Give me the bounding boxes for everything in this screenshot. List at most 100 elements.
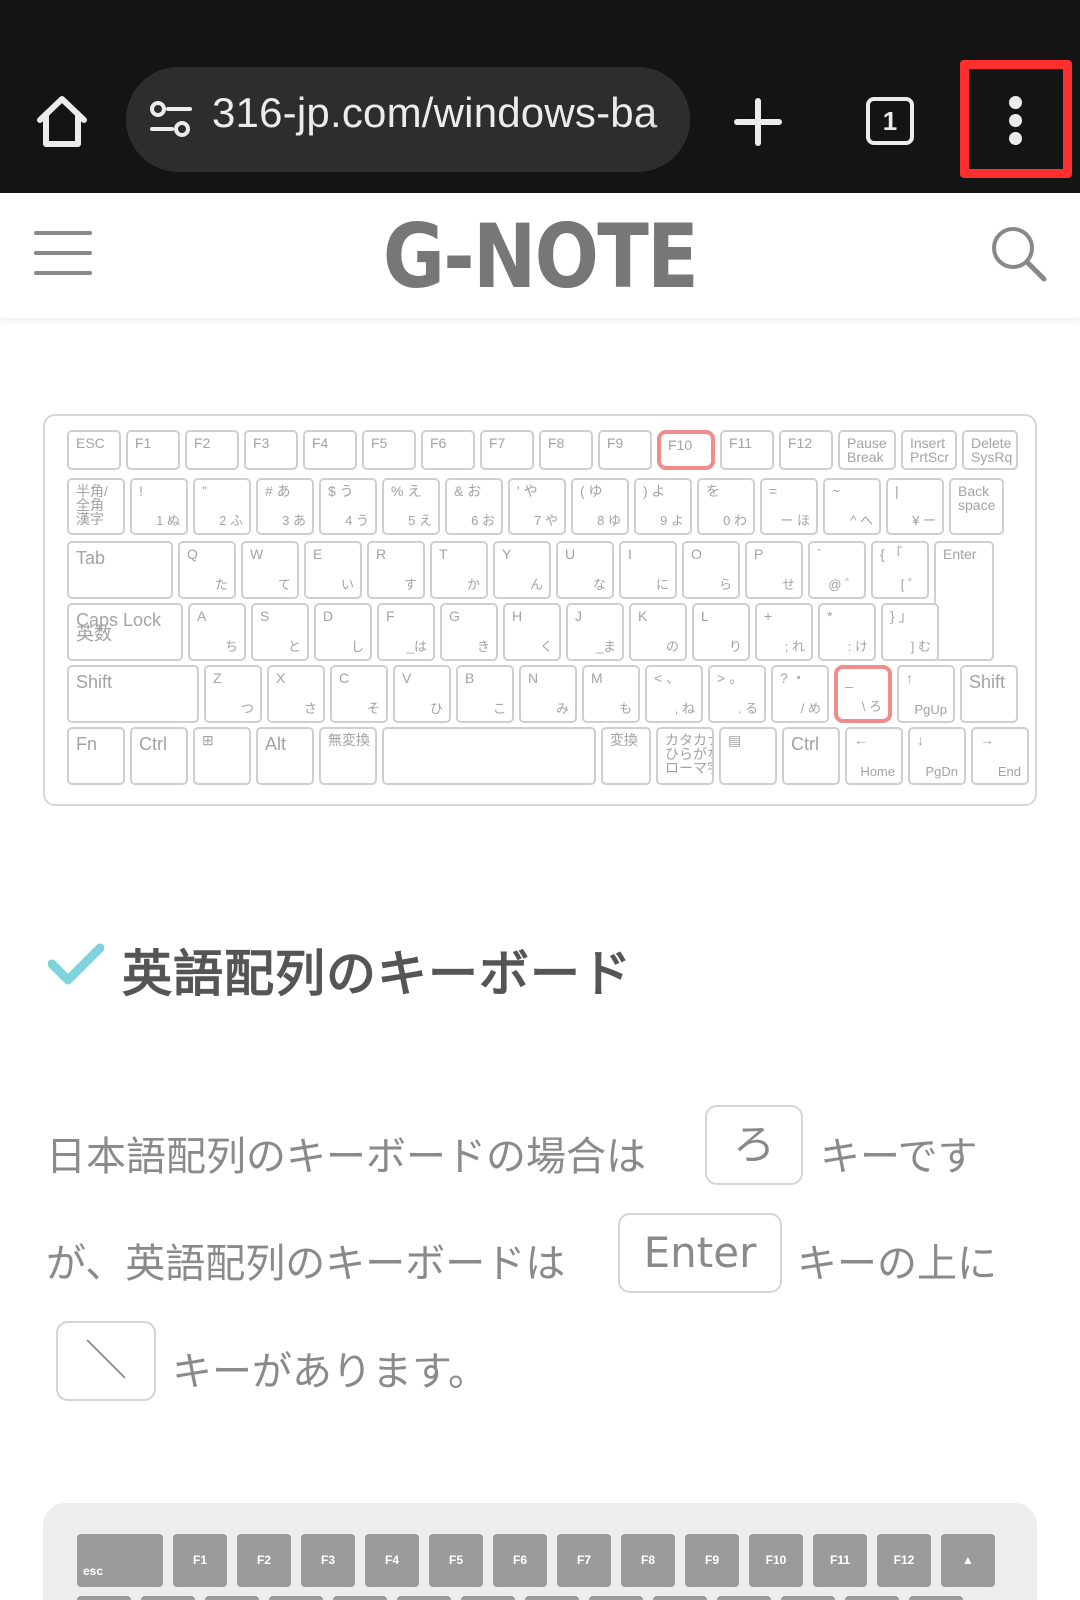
- paragraph-line-3: キーがあります。: [172, 1349, 488, 1395]
- jp-key: [382, 727, 596, 785]
- jp-key-label: F11: [729, 435, 753, 451]
- jp-key-label: ~: [832, 483, 841, 499]
- jp-key-sublabel: _ま: [595, 639, 616, 654]
- jp-key-sublabel: ^ へ: [850, 513, 873, 528]
- jp-key-label: F8: [548, 435, 565, 451]
- jp-key-sublabel: み: [555, 701, 569, 716]
- jp-key: Hく: [503, 603, 561, 661]
- jp-key-sublabel: も: [618, 701, 632, 716]
- jp-key: } 」] む: [881, 603, 939, 661]
- jp-key: ' や 7 や: [508, 478, 566, 535]
- more-vert-icon[interactable]: [960, 60, 1072, 178]
- tab-switcher-icon[interactable]: 1: [866, 97, 914, 145]
- site-header: G-NOTE: [0, 193, 1080, 318]
- jp-key-label: C: [339, 670, 350, 686]
- site-logo[interactable]: G-NOTE: [76, 205, 1005, 308]
- jp-key-label: S: [260, 608, 270, 624]
- us-key-row2: [77, 1596, 131, 1600]
- jp-key: F4: [303, 430, 357, 470]
- us-key: esc: [77, 1534, 163, 1587]
- jp-key: 無変換: [319, 727, 377, 785]
- jp-key-sublabel: _は: [406, 639, 427, 654]
- us-key-row2: [781, 1596, 835, 1600]
- jp-key-label: & お: [454, 483, 482, 499]
- jp-key: F9: [598, 430, 652, 470]
- jp-key-label: L: [701, 608, 709, 624]
- jp-key: ↑ PgUp: [897, 665, 955, 723]
- address-bar[interactable]: 316-jp.com/windows-ba: [126, 67, 690, 172]
- us-key: F11: [813, 1534, 867, 1587]
- jp-key-sublabel: く: [539, 639, 553, 654]
- jp-key: Aち: [188, 603, 246, 661]
- jp-key-label: ⊞: [202, 732, 214, 748]
- jp-key-label: F9: [607, 435, 624, 451]
- us-key: F9: [685, 1534, 739, 1587]
- us-key-row2: [333, 1596, 387, 1600]
- jp-key-sublabel: PgUp: [914, 702, 947, 717]
- jp-key: Kの: [629, 603, 687, 661]
- jp-key-label: Alt: [265, 734, 287, 754]
- us-key: F8: [621, 1534, 675, 1587]
- jp-key-label: B: [465, 670, 475, 686]
- url-text[interactable]: 316-jp.com/windows-ba: [212, 89, 657, 137]
- jp-key-label: } 」: [890, 608, 913, 624]
- jp-key: Qた: [178, 541, 236, 599]
- jp-key-label: Tab: [76, 548, 106, 568]
- search-icon[interactable]: [988, 223, 1048, 283]
- jp-key-sublabel: 0 わ: [723, 513, 747, 528]
- jp-key: *: け: [818, 603, 876, 661]
- jp-key-sublabel: 1 ぬ: [156, 513, 180, 528]
- jp-key: ? ・ / め: [771, 665, 829, 723]
- jp-key-label: { 「: [880, 546, 903, 562]
- jp-key-sublabel: い: [340, 577, 354, 592]
- jp-key-label: F7: [489, 435, 506, 451]
- jp-key: Sと: [251, 603, 309, 661]
- jp-key-sublabel: ら: [718, 577, 732, 592]
- jp-key: + ; れ: [755, 603, 813, 661]
- jp-key: Iに: [619, 541, 677, 599]
- jp-key-label: < 、: [654, 670, 681, 686]
- tune-icon[interactable]: [148, 97, 194, 143]
- home-icon[interactable]: [32, 92, 92, 150]
- jp-key-sublabel: し: [350, 639, 364, 654]
- jp-key: ⊞: [193, 727, 251, 785]
- jp-key: Caps Lock 英数: [67, 603, 183, 661]
- us-key-row2: [269, 1596, 323, 1600]
- jp-key-sublabel: ¥ ー: [912, 513, 936, 528]
- jp-key: ( ゆ 8 ゆ: [571, 478, 629, 535]
- jp-key-label: F1: [135, 435, 152, 451]
- jp-key: ~ ^ へ: [823, 478, 881, 535]
- jp-key-label: Caps Lock 英数: [76, 610, 162, 644]
- jp-key-label: P: [754, 546, 764, 562]
- jp-key-label: F6: [430, 435, 447, 451]
- jp-key-sublabel: / め: [800, 701, 821, 716]
- jp-key-label: Delete SysRq: [971, 435, 1013, 465]
- paragraph-line-1a: 日本語配列のキーボードの場合は: [46, 1134, 646, 1180]
- us-key-row2: [845, 1596, 899, 1600]
- jp-key: Yん: [493, 541, 551, 599]
- jp-key-label: +: [764, 608, 773, 624]
- jp-key: F10: [657, 430, 715, 470]
- jp-key-sublabel: \ ろ: [861, 699, 882, 714]
- jp-key-label: Fn: [76, 734, 98, 754]
- jp-key-label: Shift: [969, 672, 1006, 692]
- jp-key: { 「 [ ゜: [871, 541, 929, 599]
- jp-key: Ctrl: [130, 727, 188, 785]
- jp-key-label: ▤: [728, 732, 742, 748]
- us-key-row2: [653, 1596, 707, 1600]
- jp-key: # あ 3 あ: [256, 478, 314, 535]
- jp-key-label: > 。: [717, 670, 744, 686]
- us-key: F5: [429, 1534, 483, 1587]
- jp-key: F11: [720, 430, 774, 470]
- us-key: F3: [301, 1534, 355, 1587]
- jp-key-sublabel: つ: [240, 701, 254, 716]
- paragraph-line-2a: が、英語配列のキーボードは: [46, 1241, 566, 1287]
- jp-key-label: ( ゆ: [580, 483, 603, 499]
- jp-key-sublabel: せ: [781, 577, 795, 592]
- jp-key: " 2 ふ: [193, 478, 251, 535]
- jp-key: 半角/ 全角 漢字: [67, 478, 125, 535]
- jp-key: = ー ほ: [760, 478, 818, 535]
- jp-key-label: 半角/ 全角 漢字: [76, 483, 108, 527]
- us-key: F7: [557, 1534, 611, 1587]
- plus-icon[interactable]: [733, 97, 783, 147]
